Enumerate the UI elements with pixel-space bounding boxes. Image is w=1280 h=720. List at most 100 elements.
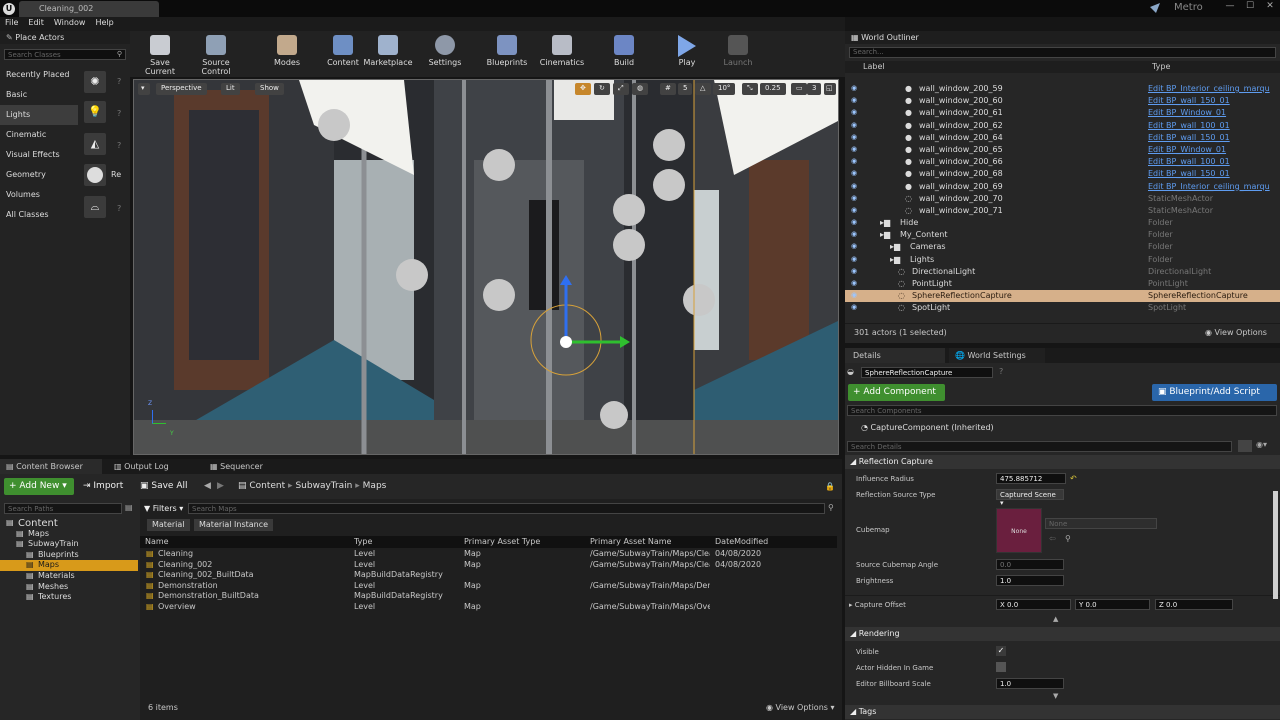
level-viewport[interactable]: Z Y <box>133 79 839 455</box>
minimize-button[interactable]: — <box>1222 1 1238 14</box>
outliner-row[interactable]: ◉ ● wall_window_200_60 Edit BP_wall_150_01 <box>845 95 1280 107</box>
cubemap-thumbnail[interactable]: None <box>996 508 1042 553</box>
search-maps-input[interactable]: Search Maps <box>188 503 825 514</box>
visibility-eye-icon[interactable]: ◉ <box>851 230 857 238</box>
place-actors-tab[interactable]: ✎ Place Actors <box>0 31 130 44</box>
camera-speed-value[interactable]: 3 <box>807 83 822 95</box>
visibility-eye-icon[interactable]: ◉ <box>851 182 857 190</box>
details-eye-icon[interactable]: ◉▾ <box>1256 440 1267 449</box>
asset-row[interactable]: ▤ Cleaning_002_BuiltData MapBuildDataRegis… <box>140 570 837 581</box>
section-rendering[interactable]: ◢ Rendering <box>845 627 1280 641</box>
edit-blueprint-link[interactable]: Edit BP_wall_150_01 <box>1148 133 1230 142</box>
visibility-eye-icon[interactable]: ◉ <box>851 96 857 104</box>
asset-row[interactable]: ▤ Demonstration Level Map/Game/SubwayTrain/… <box>140 581 837 592</box>
visibility-eye-icon[interactable]: ◉ <box>851 121 857 129</box>
section-tags[interactable]: ◢ Tags <box>845 705 1280 719</box>
influence-radius-field[interactable]: 475.885712 <box>996 473 1066 484</box>
folder-tree-item[interactable]: ▤ Maps <box>0 529 138 540</box>
category-geometry[interactable]: Geometry <box>0 165 78 185</box>
add-component-button[interactable]: + Add Component <box>848 384 945 401</box>
visibility-eye-icon[interactable]: ◉ <box>851 194 857 202</box>
visibility-eye-icon[interactable]: ◉ <box>851 267 857 275</box>
outliner-row[interactable]: ◉ ● wall_window_200_64 Edit BP_wall_150_01 <box>845 132 1280 144</box>
menu-help[interactable]: Help <box>90 17 118 28</box>
history-back-icon[interactable]: ◀ <box>204 481 211 491</box>
edit-blueprint-link[interactable]: Edit BP_Interior_ceiling_marqu <box>1148 182 1270 191</box>
settings-button[interactable]: Settings <box>419 35 471 71</box>
spot-light-icon[interactable]: ◭ <box>84 133 106 155</box>
rotate-tool-icon[interactable]: ↻ <box>594 83 610 95</box>
folder-tree-item[interactable]: ▤ Textures <box>0 592 138 603</box>
details-scrollbar[interactable] <box>1273 491 1278 599</box>
label-column-header[interactable]: Label <box>863 62 885 71</box>
edit-blueprint-link[interactable]: Edit BP_wall_100_01 <box>1148 157 1230 166</box>
grid-snap-value[interactable]: 5 <box>678 83 693 95</box>
browse-search-icon[interactable]: ⚲ <box>1065 534 1071 543</box>
visibility-eye-icon[interactable]: ◉ <box>851 279 857 287</box>
folder-tree-item[interactable]: ▤ Materials <box>0 571 138 582</box>
column-date-modified[interactable]: DateModified <box>715 537 768 546</box>
outliner-row[interactable]: ◉ ◌ SpotLight SpotLight <box>845 302 1280 314</box>
outliner-row[interactable]: ◉ ▸▆ Hide Folder <box>845 217 1280 229</box>
maximize-viewport-icon[interactable]: ◱ <box>824 83 836 95</box>
play-button[interactable]: Play <box>661 35 713 71</box>
category-cinematic[interactable]: Cinematic <box>0 125 78 145</box>
category-lights[interactable]: Lights <box>0 105 78 125</box>
tab-world-settings[interactable]: 🌐 World Settings <box>949 348 1045 363</box>
edit-blueprint-link[interactable]: Edit BP_Window_01 <box>1148 145 1226 154</box>
visibility-eye-icon[interactable]: ◉ <box>851 255 857 263</box>
visibility-eye-icon[interactable]: ◉ <box>851 145 857 153</box>
asset-view-options[interactable]: ◉ View Options ▾ <box>766 703 835 712</box>
launch-button[interactable]: Launch <box>712 35 764 71</box>
edit-blueprint-link[interactable]: Edit BP_wall_100_01 <box>1148 121 1230 130</box>
lit-button[interactable]: Lit <box>221 83 240 95</box>
visibility-eye-icon[interactable]: ◉ <box>851 206 857 214</box>
outliner-row[interactable]: ◉ ▸▆ Cameras Folder <box>845 241 1280 253</box>
build-button[interactable]: Build <box>598 35 650 71</box>
save-all-button[interactable]: ▣ Save All <box>140 481 188 491</box>
translate-tool-icon[interactable]: ✥ <box>575 83 591 95</box>
section-reflection-capture[interactable]: ◢ Reflection Capture <box>845 455 1280 469</box>
edit-blueprint-link[interactable]: Edit BP_Window_01 <box>1148 108 1226 117</box>
search-components-input[interactable]: Search Components <box>847 405 1277 416</box>
filter-chip-material-instance[interactable]: Material Instance <box>194 519 274 531</box>
visibility-eye-icon[interactable]: ◉ <box>851 242 857 250</box>
search-classes-input[interactable]: Search Classes ⚲ <box>4 49 126 60</box>
outliner-row[interactable]: ◉ ● wall_window_200_66 Edit BP_wall_100_01 <box>845 156 1280 168</box>
tab-sequencer[interactable]: ▦ Sequencer <box>204 459 294 474</box>
directional-light-icon[interactable]: ✺ <box>84 71 106 93</box>
point-light-icon[interactable]: 💡 <box>84 101 106 123</box>
cubemap-asset-select[interactable]: None <box>1045 518 1157 529</box>
grid-snap-icon[interactable]: # <box>660 83 676 95</box>
edit-blueprint-link[interactable]: Edit BP_wall_150_01 <box>1148 96 1230 105</box>
history-forward-icon[interactable]: ▶ <box>217 481 224 491</box>
source-cubemap-angle-field[interactable]: 0.0 <box>996 559 1064 570</box>
visibility-eye-icon[interactable]: ◉ <box>851 108 857 116</box>
tab-document[interactable]: Cleaning_002 <box>19 1 159 17</box>
folder-tree-item[interactable]: ▤ Blueprints <box>0 550 138 561</box>
outliner-view-options[interactable]: ◉ View Options <box>1205 328 1267 337</box>
outliner-row[interactable]: ◉ ● wall_window_200_68 Edit BP_wall_150_01 <box>845 168 1280 180</box>
reset-to-default-icon[interactable]: ↶ <box>1070 474 1077 483</box>
outliner-row[interactable]: ◉ ● wall_window_200_59 Edit BP_Interior_cei… <box>845 83 1280 95</box>
filters-button[interactable]: ▼ Filters ▾ <box>144 504 183 513</box>
help-icon[interactable]: ? <box>117 109 121 118</box>
visibility-eye-icon[interactable]: ◉ <box>851 218 857 226</box>
capture-offset-label[interactable]: ▸ Capture Offset <box>849 601 906 609</box>
menu-window[interactable]: Window <box>49 17 91 28</box>
search-details-input[interactable]: Search Details <box>847 441 1232 452</box>
outliner-row[interactable]: ◉ ● wall_window_200_61 Edit BP_Window_01 <box>845 107 1280 119</box>
cinematics-button[interactable]: Cinematics <box>536 35 588 71</box>
tree-options-icon[interactable]: ▤ <box>125 503 133 512</box>
blueprint-add-script-button[interactable]: ▣ Blueprint/Add Script <box>1152 384 1277 401</box>
menu-edit[interactable]: Edit <box>23 17 49 28</box>
outliner-row[interactable]: ◉ ▸▆ Lights Folder <box>845 254 1280 266</box>
column-primary-asset-name[interactable]: Primary Asset Name <box>590 537 671 546</box>
breadcrumb-maps[interactable]: Maps <box>363 481 387 491</box>
visibility-eye-icon[interactable]: ◉ <box>851 84 857 92</box>
outliner-row[interactable]: ◉ ● wall_window_200_62 Edit BP_wall_100_01 <box>845 120 1280 132</box>
reflection-source-type-select[interactable]: Captured Scene ▾ <box>996 489 1064 507</box>
rotation-snap-icon[interactable]: △ <box>695 83 711 95</box>
blueprints-button[interactable]: Blueprints <box>481 35 533 71</box>
category-all-classes[interactable]: All Classes <box>0 205 78 225</box>
